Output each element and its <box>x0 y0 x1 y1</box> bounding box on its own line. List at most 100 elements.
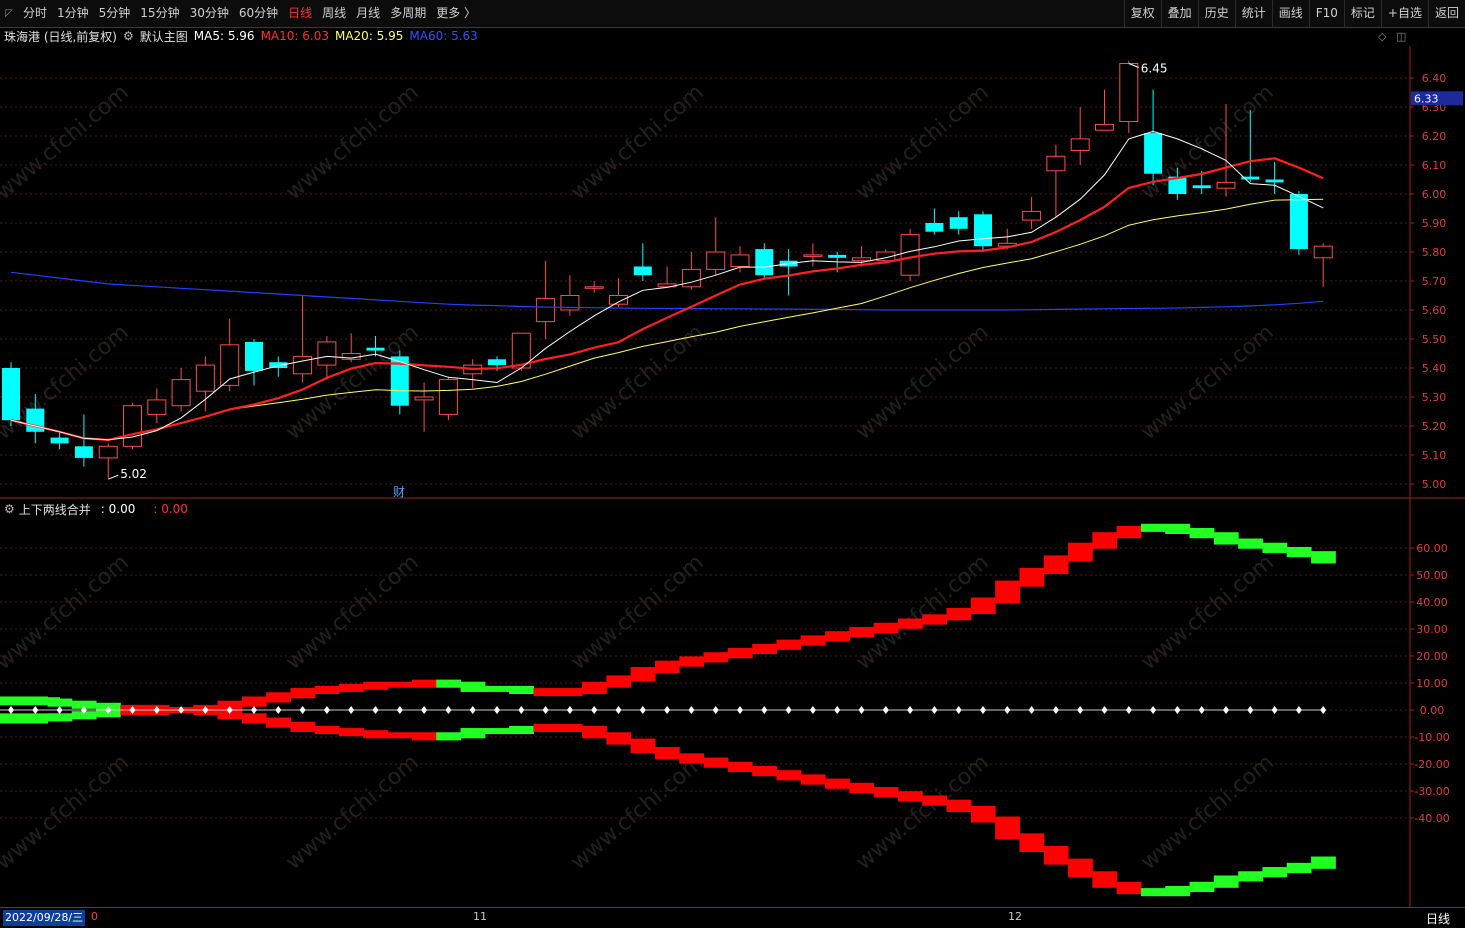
indicator-lower-step <box>679 753 705 764</box>
candle-body-down <box>1144 133 1163 174</box>
indicator-upper-step <box>1286 546 1312 558</box>
ind-tick-label: 40.00 <box>1416 596 1448 609</box>
indicator-lower-step <box>1238 871 1263 882</box>
indicator-lower-step <box>241 713 267 724</box>
indicator-upper-step <box>1165 523 1191 534</box>
indicator-lower-step <box>582 725 607 739</box>
indicator-upper-step <box>387 681 413 688</box>
indicator-upper-step <box>582 681 607 695</box>
price-tick-label: 5.50 <box>1422 333 1447 346</box>
zero-marker <box>931 706 938 714</box>
indicator-lower-step <box>1116 881 1142 895</box>
indicator-lower-step <box>1189 881 1215 893</box>
zero-marker <box>761 706 768 714</box>
indicator-lower-step <box>800 774 826 785</box>
cursor-date: 2022/09/28/三 <box>3 910 86 926</box>
chart-canvas[interactable]: 6.406.306.206.106.005.905.805.705.605.50… <box>0 0 1465 927</box>
zero-marker <box>469 706 476 714</box>
candle-body-up <box>1046 155 1066 172</box>
indicator-upper-step <box>241 696 267 707</box>
zero-marker <box>1320 706 1327 714</box>
candle-body-up <box>536 297 556 323</box>
ma20-line <box>10 198 1324 441</box>
indicator-upper-step <box>266 692 291 703</box>
indicator-upper-step <box>654 660 680 673</box>
indicator-lower-step <box>1262 867 1288 878</box>
indicator-lower-step <box>897 791 923 802</box>
indicator-upper-step <box>1238 538 1263 549</box>
indicator-lower-step <box>1019 833 1045 852</box>
ind-tick-label: 60.00 <box>1416 542 1448 555</box>
indicator-lower-step <box>290 721 316 732</box>
indicator-lower-step <box>727 761 753 772</box>
ind-tick-label: -30.00 <box>1414 785 1449 798</box>
indicator-upper-step <box>1213 532 1239 545</box>
indicator-upper-step <box>1092 532 1118 549</box>
price-tick-label: 5.90 <box>1422 217 1447 230</box>
indicator-upper-step <box>776 639 802 650</box>
zero-marker <box>1101 706 1108 714</box>
indicator-lower-step <box>460 728 486 739</box>
indicator-upper-step <box>1068 542 1093 562</box>
candle-body-up <box>438 379 458 415</box>
indicator-upper-step <box>946 608 972 621</box>
candle-body-up <box>317 341 337 366</box>
indicator-upper-step <box>897 618 923 629</box>
candle-body-up <box>584 286 604 289</box>
zero-marker <box>421 706 428 714</box>
indicator-lower-step <box>1043 845 1069 865</box>
price-tick-label: 5.60 <box>1422 304 1447 317</box>
indicator-upper-step <box>922 614 948 625</box>
candle-body-down <box>755 249 774 276</box>
indicator-upper-step <box>363 681 389 690</box>
zero-marker <box>542 706 549 714</box>
indicator-upper-step <box>339 683 364 692</box>
zero-marker <box>396 706 403 714</box>
candle-body-down <box>633 266 652 276</box>
zero-marker <box>882 706 889 714</box>
candle-body-up <box>293 355 313 375</box>
indicator-upper-step <box>290 688 316 699</box>
zero-marker <box>56 706 63 714</box>
indicator-lower-step <box>825 778 850 789</box>
zero-marker <box>1271 706 1278 714</box>
candle-body-down <box>245 341 263 371</box>
price-tick-label: 6.10 <box>1422 159 1447 172</box>
zero-marker <box>8 706 14 714</box>
price-tick-label: 5.10 <box>1422 449 1447 462</box>
zero-marker <box>32 706 39 714</box>
indicator-upper-step <box>679 656 705 667</box>
indicator-lower-step <box>606 732 632 745</box>
indicator-upper-step <box>703 652 729 663</box>
low-price-label: 5.02 <box>120 467 147 481</box>
price-tick-label: 5.00 <box>1422 478 1447 491</box>
candle-body-up <box>1313 245 1333 259</box>
zero-marker <box>323 706 330 714</box>
indicator-lower-step <box>946 799 972 812</box>
zero-marker <box>1198 706 1205 714</box>
indicator-lower-step <box>1165 886 1191 897</box>
indicator-upper-step <box>1262 542 1288 553</box>
zero-marker <box>566 706 573 714</box>
candle-body-up <box>123 405 142 447</box>
zero-marker <box>955 706 962 714</box>
zero-marker <box>1295 706 1302 714</box>
indicator-upper-step <box>849 626 875 638</box>
current-price-label: 6.33 <box>1414 92 1439 105</box>
candle-body-up <box>1022 210 1042 221</box>
zero-marker <box>712 706 719 714</box>
ind-tick-label: 50.00 <box>1416 569 1448 582</box>
candle-body-up <box>1095 123 1114 131</box>
indicator-upper-step <box>727 648 753 659</box>
zero-marker <box>785 706 792 714</box>
price-tick-label: 6.00 <box>1422 188 1447 201</box>
candle-body-up <box>803 254 823 257</box>
ind-tick-label: 20.00 <box>1416 650 1448 663</box>
price-tick-label: 5.80 <box>1422 246 1447 259</box>
price-tick-label: 6.20 <box>1422 130 1447 143</box>
indicator-upper-step <box>1140 523 1166 532</box>
time-axis: 2022/09/28/三 0 11 12 日线 <box>0 907 1465 928</box>
candle-body-up <box>1216 181 1236 189</box>
period-label[interactable]: 日线 <box>1426 910 1450 927</box>
price-tick-label: 5.30 <box>1422 391 1447 404</box>
